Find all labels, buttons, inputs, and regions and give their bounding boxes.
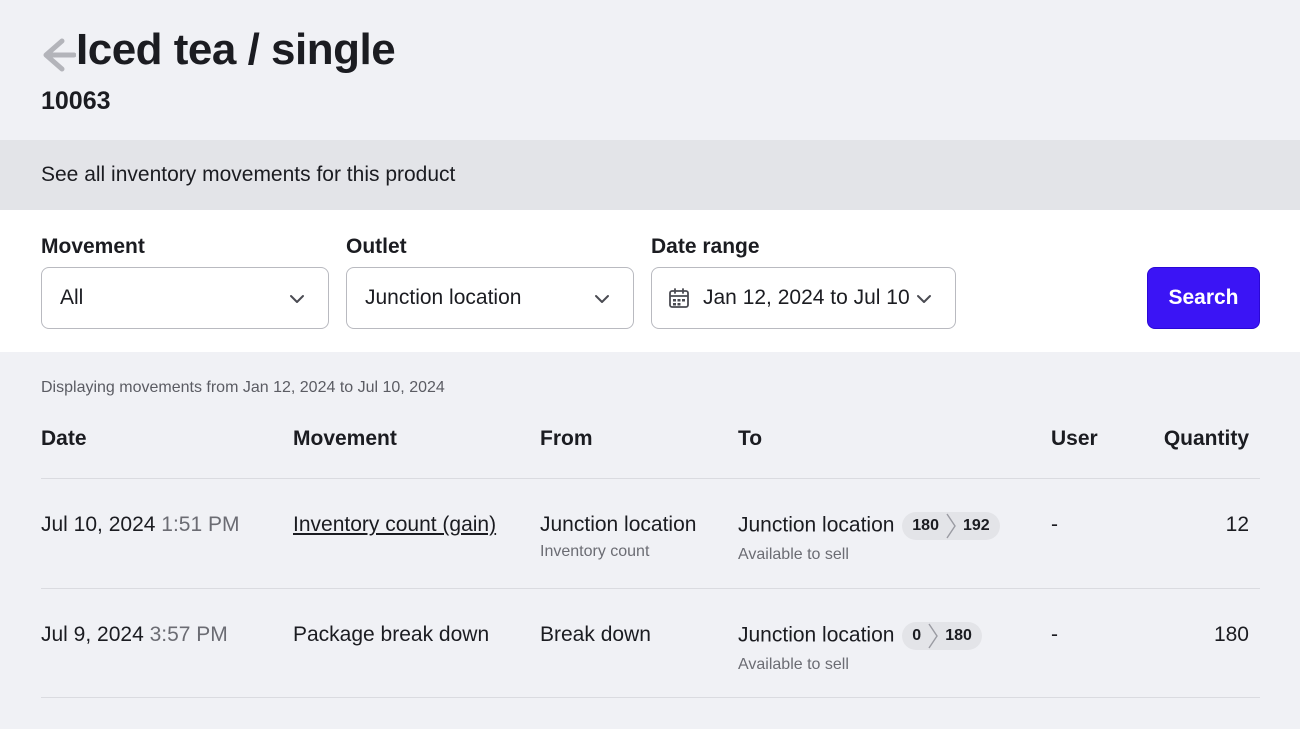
table-divider [41, 588, 1260, 589]
outlet-select-value: Junction location [365, 286, 522, 309]
chevron-down-icon [917, 295, 931, 303]
quantity-change-badge: 0 180 [902, 622, 982, 650]
row-user: - [1051, 623, 1058, 646]
info-banner: See all inventory movements for this pro… [0, 140, 1300, 210]
range-summary: Displaying movements from Jan 12, 2024 t… [41, 379, 445, 396]
row-from-sub: Inventory count [540, 543, 650, 560]
row-quantity: 180 [1213, 623, 1249, 646]
row-from: Break down [540, 623, 651, 646]
chevron-right-icon [928, 623, 939, 649]
table-divider [41, 478, 1260, 479]
page-header: Iced tea / single 10063 [0, 0, 1300, 140]
qty-before: 0 [912, 627, 922, 644]
qty-after: 180 [945, 627, 972, 644]
date-range-select[interactable]: Jan 12, 2024 to Jul 10 [651, 267, 956, 329]
arrow-left-icon[interactable] [40, 36, 77, 74]
banner-text: See all inventory movements for this pro… [41, 163, 456, 186]
row-to-sub: Available to sell [738, 546, 849, 563]
row-movement-link[interactable]: Inventory count (gain) [293, 512, 496, 538]
row-user: - [1051, 513, 1058, 536]
row-movement: Package break down [293, 623, 490, 646]
column-header-from: From [540, 427, 593, 450]
search-button[interactable]: Search [1147, 267, 1260, 329]
chevron-down-icon [595, 295, 609, 303]
row-date-time: 1:51 PM [161, 513, 240, 536]
table-divider [41, 697, 1260, 698]
row-to-sub: Available to sell [738, 656, 849, 673]
row-to: Junction location 180 192 [738, 512, 1000, 540]
calendar-icon [669, 288, 689, 308]
column-header-quantity: Quantity [1163, 427, 1249, 450]
movement-select[interactable]: All [41, 267, 329, 329]
row-date: Jul 10, 2024 1:51 PM [41, 512, 240, 538]
product-sku: 10063 [41, 87, 111, 115]
row-date-day: Jul 10, 2024 [41, 513, 156, 536]
row-date-time: 3:57 PM [149, 623, 228, 646]
quantity-change-badge: 180 192 [902, 512, 1000, 540]
row-to: Junction location 0 180 [738, 622, 982, 650]
column-header-to: To [738, 427, 763, 450]
column-header-date: Date [41, 427, 87, 450]
row-to-location: Junction location [738, 623, 895, 647]
page-title: Iced tea / single [76, 25, 396, 74]
date-range-filter-label: Date range [651, 235, 760, 258]
qty-before: 180 [912, 517, 939, 534]
row-from: Junction location [540, 513, 697, 536]
chevron-right-icon [946, 513, 956, 539]
outlet-select[interactable]: Junction location [346, 267, 634, 329]
outlet-filter-label: Outlet [346, 235, 407, 258]
row-date-day: Jul 9, 2024 [41, 623, 144, 646]
column-header-movement: Movement [293, 427, 397, 450]
chevron-down-icon [290, 295, 304, 303]
row-to-location: Junction location [738, 513, 895, 537]
row-quantity: 12 [1225, 513, 1249, 536]
qty-after: 192 [962, 517, 990, 534]
row-date: Jul 9, 2024 3:57 PM [41, 622, 228, 648]
movement-filter-label: Movement [41, 235, 145, 258]
movement-select-value: All [60, 286, 84, 309]
date-range-value: Jan 12, 2024 to Jul 10 [703, 286, 910, 309]
